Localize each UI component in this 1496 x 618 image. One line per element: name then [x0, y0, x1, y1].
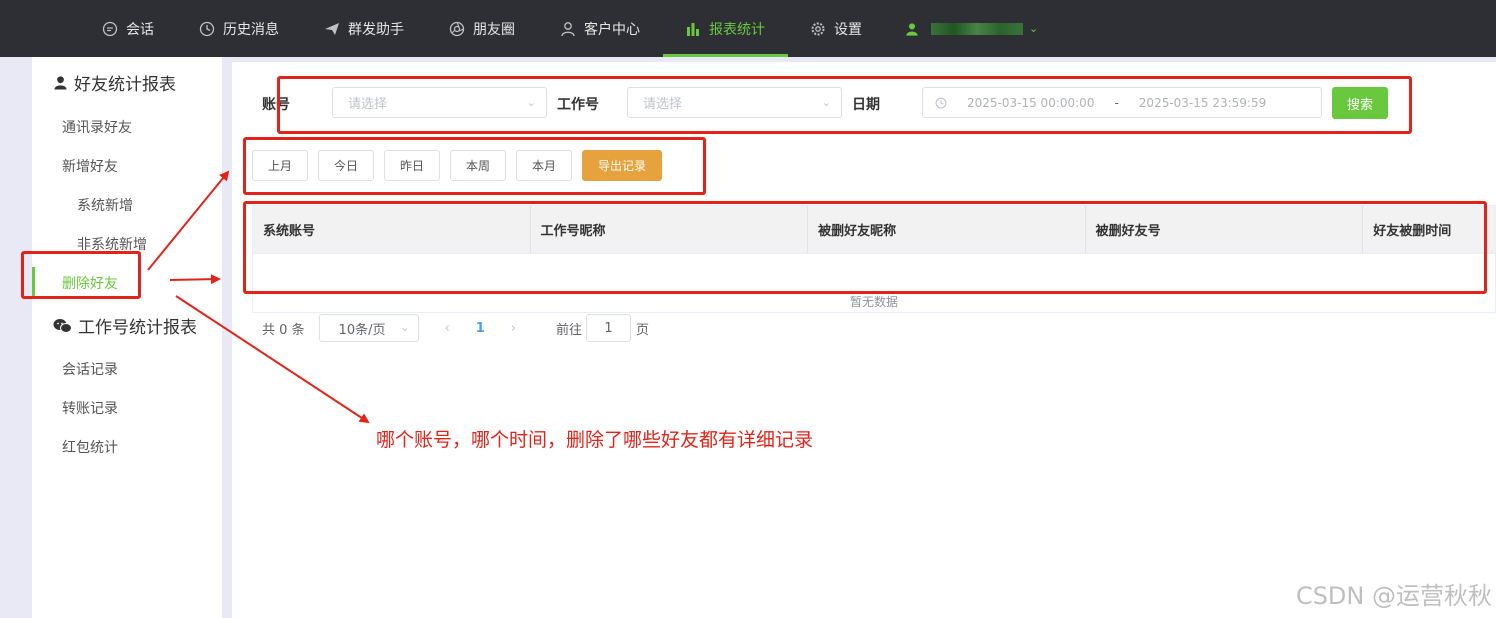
page-size-value: 10条/页	[338, 322, 386, 338]
paper-plane-icon	[324, 21, 340, 37]
annotation-box-table	[243, 201, 1487, 294]
sidebar-section-title: 好友统计报表	[74, 74, 176, 95]
chevron-left-icon[interactable]: ‹	[445, 321, 450, 336]
sidebar-section-friends: 好友统计报表	[32, 57, 222, 107]
page-size-select[interactable]: 10条/页 ⌄	[318, 314, 419, 342]
nav-item-history[interactable]: 历史消息	[177, 0, 302, 57]
annotation-box-sidebar-item	[21, 251, 141, 299]
aperture-icon	[449, 21, 465, 37]
clock-icon	[199, 21, 215, 37]
goto-label: 前往	[556, 322, 583, 338]
nav-label: 群发助手	[348, 21, 404, 38]
sidebar-item-new-friends[interactable]: 新增好友	[32, 146, 222, 185]
nav-item-chat[interactable]: 会话	[80, 0, 177, 57]
user-outline-icon	[560, 21, 576, 37]
goto-page-input[interactable]: 1	[586, 314, 632, 342]
nav-label: 会话	[126, 21, 154, 38]
top-nav: 会话 历史消息 群发助手 朋友圈 客户中心 报表统计 设置 ⌄	[0, 0, 1496, 57]
chevron-down-icon: ⌄	[1029, 22, 1039, 35]
sidebar-item-red-packet-stats[interactable]: 红包统计	[32, 427, 222, 466]
nav-label: 报表统计	[709, 21, 765, 38]
watermark: CSDN @运营秋秋	[1295, 582, 1492, 610]
nav-item-broadcast[interactable]: 群发助手	[302, 0, 427, 57]
nav-label: 设置	[834, 21, 862, 38]
annotation-box-quick-buttons	[243, 137, 706, 195]
sidebar-item-system-new[interactable]: 系统新增	[32, 185, 222, 224]
user-name-redacted	[931, 22, 1023, 35]
bar-chart-icon	[685, 21, 701, 37]
sidebar-item-chat-records[interactable]: 会话记录	[32, 349, 222, 388]
wechat-icon	[52, 318, 72, 334]
nav-item-reports[interactable]: 报表统计	[663, 0, 788, 57]
pagination: 共 0 条 10条/页 ⌄ ‹ 1 › 前往 1 页	[262, 314, 649, 342]
chevron-right-icon[interactable]: ›	[511, 321, 516, 336]
nav-label: 朋友圈	[473, 21, 515, 38]
sidebar-item-transfer-records[interactable]: 转账记录	[32, 388, 222, 427]
annotation-box-filters	[277, 76, 1412, 134]
page-unit-label: 页	[636, 322, 650, 338]
nav-item-settings[interactable]: 设置	[788, 0, 885, 57]
annotation-note: 哪个账号，哪个时间，删除了哪些好友都有详细记录	[376, 429, 814, 451]
nav-item-customers[interactable]: 客户中心	[538, 0, 663, 57]
sidebar-section-workno: 工作号统计报表	[32, 302, 222, 349]
user-menu[interactable]: ⌄	[885, 22, 1038, 36]
page-number[interactable]: 1	[476, 321, 485, 336]
sidebar-item-contacts[interactable]: 通讯录好友	[32, 107, 222, 146]
user-filled-icon	[52, 74, 68, 90]
sidebar-section-title: 工作号统计报表	[78, 318, 197, 338]
user-filled-icon	[905, 22, 919, 36]
sidebar: 好友统计报表 通讯录好友 新增好友 系统新增 非系统新增 删除好友 工作号统计报…	[32, 57, 222, 618]
nav-label: 历史消息	[223, 21, 279, 38]
nav-label: 客户中心	[584, 21, 640, 38]
chevron-down-icon: ⌄	[400, 321, 410, 334]
gear-icon	[810, 21, 826, 37]
total-count: 共 0 条	[262, 322, 305, 338]
chat-bubble-icon	[102, 21, 118, 37]
nav-item-moments[interactable]: 朋友圈	[427, 0, 538, 57]
